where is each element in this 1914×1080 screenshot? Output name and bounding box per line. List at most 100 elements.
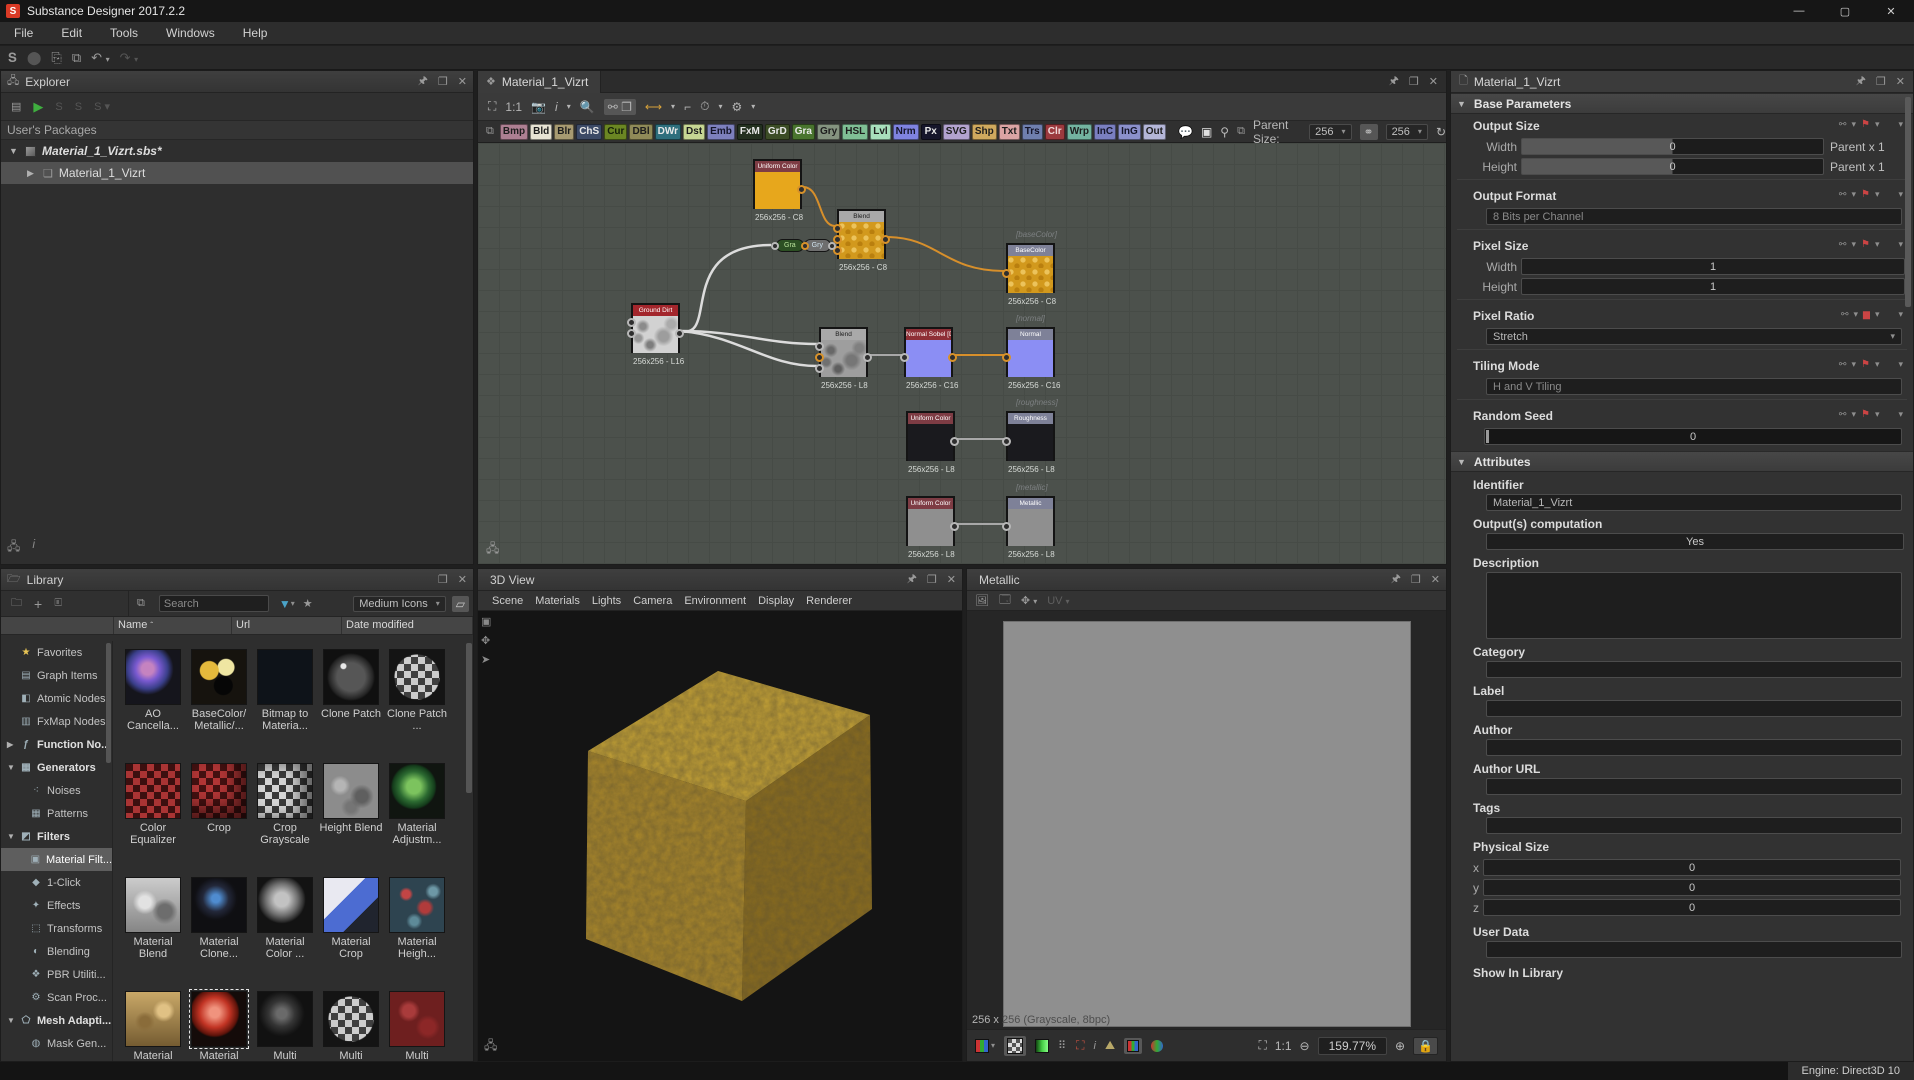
add-icon[interactable]: + xyxy=(34,596,42,612)
input-dot[interactable] xyxy=(1002,269,1011,278)
physical-x-field[interactable]: 0 xyxy=(1483,859,1901,876)
section-attributes[interactable]: ▼ Attributes xyxy=(1451,451,1913,472)
new-folder-icon[interactable]: 🗀 xyxy=(11,594,22,613)
output-dot[interactable] xyxy=(675,329,684,338)
library-item[interactable]: Height Blend xyxy=(318,763,384,877)
library-category[interactable]: ▶ ƒ Function No... xyxy=(1,733,112,756)
library-category[interactable]: ▦ Patterns xyxy=(1,802,112,825)
color-wheel-icon[interactable] xyxy=(1151,1040,1163,1052)
package-icon[interactable]: ⬤ xyxy=(27,50,42,66)
library-item[interactable]: Multi xyxy=(318,991,384,1061)
node-output-roughness[interactable]: [roughness] Roughness 256x256 - L8 xyxy=(1006,411,1055,461)
item-thumbnail[interactable] xyxy=(389,763,445,819)
snapshot-icon[interactable]: 📷 xyxy=(531,100,546,114)
input-dot[interactable] xyxy=(1002,437,1011,446)
tiling-mode-value[interactable]: H and V Tiling xyxy=(1486,378,1902,395)
library-item[interactable]: Color Equalizer xyxy=(120,763,186,877)
library-category[interactable]: ▼ ◩ Filters xyxy=(1,825,112,848)
link-mode-toggle[interactable]: ⚯ ❐ xyxy=(604,99,636,115)
properties-scrollbar[interactable] xyxy=(1905,97,1911,307)
item-thumbnail[interactable] xyxy=(323,649,379,705)
zoom-in-button[interactable]: ⊕ xyxy=(1395,1039,1405,1053)
snapshot-icon[interactable]: 🗔 xyxy=(999,591,1011,610)
node-output-normal[interactable]: [normal] Normal 256x256 - C16 xyxy=(1006,327,1055,377)
pin-icon[interactable]: 🖈 xyxy=(418,72,428,91)
collapse-icon[interactable]: ▼ xyxy=(1457,457,1466,467)
substance-icon[interactable]: 𝐒 xyxy=(8,50,17,66)
graph-canvas[interactable]: Uniform Color 256x256 - C8 Blend 256x256… xyxy=(478,143,1446,564)
node-type-button[interactable]: Bmp xyxy=(500,124,528,140)
library-item[interactable]: Material xyxy=(120,991,186,1061)
close-panel-icon[interactable]: ✕ xyxy=(458,573,467,586)
uv-dropdown[interactable]: UV ▾ xyxy=(1047,595,1069,607)
input-dot[interactable] xyxy=(815,353,824,362)
tags-field[interactable] xyxy=(1486,817,1902,834)
zoom-out-button[interactable]: ⊖ xyxy=(1300,1039,1310,1053)
param-options[interactable]: ⚯▾⚑▾▾ xyxy=(1839,359,1903,370)
3d-view-menu[interactable]: Lights xyxy=(586,595,627,607)
frame-icon[interactable]: ▣ xyxy=(1201,125,1212,139)
caret-icon[interactable]: ▾ xyxy=(751,102,755,111)
expand-icon[interactable]: ▶ xyxy=(27,168,37,179)
pin-icon[interactable]: 🖈 xyxy=(1389,72,1399,91)
input-dot[interactable] xyxy=(627,318,636,327)
node-type-button[interactable]: Emb xyxy=(707,124,735,140)
close-panel-icon[interactable]: ✕ xyxy=(1431,573,1440,586)
pixel-height-field[interactable]: 1 xyxy=(1521,278,1905,295)
node-type-button[interactable]: Trs xyxy=(1022,124,1043,140)
library-category[interactable]: ▣ Material Filt... xyxy=(1,848,112,871)
input-dot[interactable] xyxy=(1002,522,1011,531)
menu-item[interactable]: Windows xyxy=(152,26,229,40)
identifier-field[interactable]: Material_1_Vizrt xyxy=(1486,494,1902,511)
export-icon[interactable]: S ▾ xyxy=(94,100,110,113)
node-uniform-color-3[interactable]: Uniform Color 256x256 - L8 xyxy=(906,496,955,546)
node-type-button[interactable]: HSL xyxy=(842,124,868,140)
node-type-button[interactable]: Gra xyxy=(792,124,815,140)
timer-icon[interactable]: ⏱ xyxy=(700,99,709,114)
info-toggle-icon[interactable]: i xyxy=(555,100,558,114)
node-gradient-collapsed[interactable]: Gra Gry xyxy=(774,239,833,252)
library-category[interactable]: ◍ Mask Gen... xyxy=(1,1032,112,1055)
item-thumbnail[interactable] xyxy=(257,763,313,819)
input-dot[interactable] xyxy=(627,329,636,338)
node-type-button[interactable]: Blr xyxy=(554,124,574,140)
filter-funnel-icon[interactable]: ▼ xyxy=(279,597,291,611)
library-category[interactable]: ▥ FxMap Nodes xyxy=(1,710,112,733)
details-toggle[interactable]: ▱ xyxy=(452,596,469,612)
3d-view-menu[interactable]: Scene xyxy=(486,595,529,607)
library-category[interactable]: ◧ Atomic Nodes xyxy=(1,687,112,710)
pixel-width-field[interactable]: 1 xyxy=(1521,258,1905,275)
maximize-button[interactable]: ▢ xyxy=(1822,0,1868,22)
output-dot[interactable] xyxy=(863,353,872,362)
library-category[interactable]: ⬚ Transforms xyxy=(1,917,112,940)
param-options[interactable]: ⚯▾▆▾▾ xyxy=(1841,309,1903,320)
3d-view-menu[interactable]: Display xyxy=(752,595,800,607)
close-panel-icon[interactable]: ✕ xyxy=(458,75,467,88)
node-uniform-color-2[interactable]: Uniform Color 256x256 - L8 xyxy=(906,411,955,461)
physical-y-field[interactable]: 0 xyxy=(1483,879,1901,896)
library-category[interactable]: ⁖ Noises xyxy=(1,779,112,802)
info-icon[interactable]: i xyxy=(32,537,35,558)
item-thumbnail[interactable] xyxy=(257,877,313,933)
label-field[interactable] xyxy=(1486,700,1902,717)
node-type-button[interactable]: FxM xyxy=(737,124,763,140)
graph-tab[interactable]: ❖ Material_1_Vizrt xyxy=(478,71,601,93)
library-category[interactable]: ⚙ Scan Proc... xyxy=(1,986,112,1009)
hierarchy-icon[interactable]: 🖧 xyxy=(7,537,20,558)
library-category[interactable]: ▤ Graph Items xyxy=(1,664,112,687)
link-icon[interactable]: S xyxy=(55,101,62,113)
node-ground-dirt[interactable]: Ground Dirt 256x256 - L16 xyxy=(631,303,680,353)
node-type-button[interactable]: Shp xyxy=(972,124,997,140)
pin-icon[interactable]: 🖈 xyxy=(1856,72,1866,91)
size-link-icon[interactable]: ⚭ xyxy=(1360,124,1378,140)
physical-z-field[interactable]: 0 xyxy=(1483,899,1901,916)
output-dot[interactable] xyxy=(948,353,957,362)
library-category[interactable]: ❖ PBR Utiliti... xyxy=(1,963,112,986)
float-icon[interactable]: ❐ xyxy=(1411,573,1421,586)
fit-view-icon[interactable]: ⛶ xyxy=(488,99,496,114)
hierarchy-icon[interactable]: 🖧 xyxy=(486,541,499,555)
menu-item[interactable]: Edit xyxy=(47,26,96,40)
undo-icon[interactable]: ↶ ▾ xyxy=(91,50,110,66)
param-options[interactable]: ⚯▾⚑▾▾ xyxy=(1839,239,1903,250)
pin-note-icon[interactable]: ⚲ xyxy=(1220,125,1229,139)
